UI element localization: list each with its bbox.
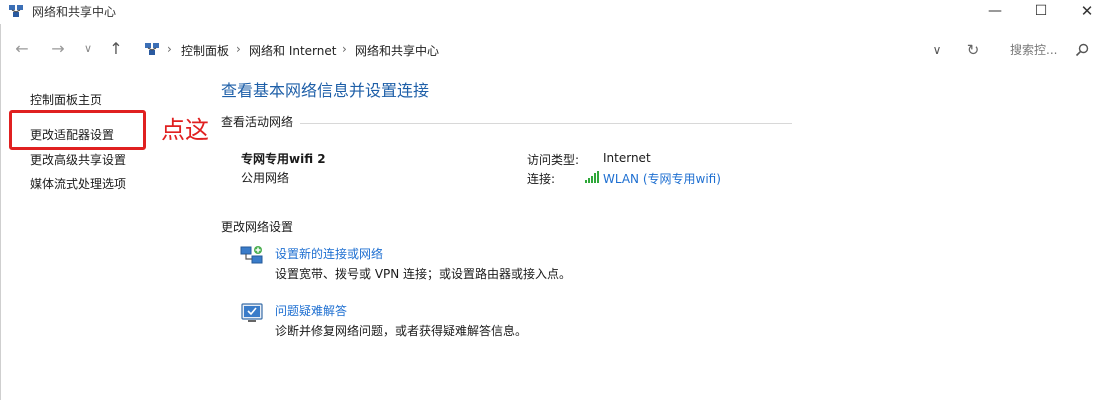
window-left-edge xyxy=(0,24,1,400)
up-arrow-icon[interactable]: ↑ xyxy=(104,38,128,60)
back-arrow-icon[interactable]: ← xyxy=(10,38,34,60)
navigation-bar: ← → ∨ ↑ › 控制面板 › 网络和 Internet › 网络和共享中心 … xyxy=(0,34,1110,64)
section-divider xyxy=(300,123,792,124)
troubleshoot-description: 诊断并修复网络问题，或者获得疑难解答信息。 xyxy=(275,324,528,338)
minimize-button[interactable]: — xyxy=(972,0,1018,24)
breadcrumb-control-panel[interactable]: 控制面板 xyxy=(181,42,229,59)
connections-label: 连接: xyxy=(527,172,556,186)
breadcrumb-network-internet[interactable]: 网络和 Internet xyxy=(249,42,336,59)
network-center-icon xyxy=(9,5,23,17)
setup-connection-description: 设置宽带、拨号或 VPN 连接；或设置路由器或接入点。 xyxy=(275,267,572,281)
network-sharing-center-window: 网络和共享中心 — ☐ ✕ ← → ∨ ↑ › 控制面板 › 网络和 Inter… xyxy=(0,0,1110,400)
forward-arrow-icon[interactable]: → xyxy=(46,38,70,60)
wifi-signal-icon[interactable] xyxy=(585,171,599,183)
page-title: 查看基本网络信息并设置连接 xyxy=(221,81,430,100)
maximize-button[interactable]: ☐ xyxy=(1018,0,1064,24)
active-networks-heading: 查看活动网络 xyxy=(221,115,294,129)
network-category: 公用网络 xyxy=(241,171,290,185)
change-network-settings-heading: 更改网络设置 xyxy=(221,220,294,234)
control-panel-network-icon xyxy=(145,43,159,55)
wlan-connection-link[interactable]: WLAN (专网专用wifi) xyxy=(603,170,721,187)
recent-locations-chevron-icon[interactable]: ∨ xyxy=(76,38,100,60)
sidebar-item-advanced-sharing-settings[interactable]: 更改高级共享设置 xyxy=(30,151,126,168)
troubleshoot-icon[interactable] xyxy=(240,301,264,325)
window-title: 网络和共享中心 xyxy=(32,5,117,19)
network-name: 专网专用wifi 2 xyxy=(241,152,326,166)
title-bar: 网络和共享中心 — ☐ ✕ xyxy=(0,0,1110,24)
breadcrumb-separator-icon: › xyxy=(342,42,347,56)
search-box[interactable] xyxy=(1000,39,1100,61)
sidebar-item-control-panel-home[interactable]: 控制面板主页 xyxy=(30,91,102,108)
address-dropdown-chevron-icon[interactable]: ∨ xyxy=(926,40,948,60)
refresh-icon[interactable]: ↻ xyxy=(962,39,984,61)
access-type-value: Internet xyxy=(603,151,651,165)
search-icon[interactable] xyxy=(1074,42,1090,58)
access-type-label: 访问类型: xyxy=(527,153,580,167)
setup-connection-link[interactable]: 设置新的连接或网络 xyxy=(275,245,383,262)
sidebar-item-media-streaming-options[interactable]: 媒体流式处理选项 xyxy=(30,175,126,192)
close-button[interactable]: ✕ xyxy=(1064,0,1110,24)
breadcrumb-separator-icon: › xyxy=(236,42,241,56)
network-setup-icon[interactable] xyxy=(240,244,264,268)
troubleshoot-link[interactable]: 问题疑难解答 xyxy=(275,302,347,319)
breadcrumb-separator-icon: › xyxy=(167,42,172,56)
breadcrumb-network-sharing-center[interactable]: 网络和共享中心 xyxy=(355,42,439,59)
search-input[interactable] xyxy=(1010,41,1070,59)
annotation-click-here: 点这 xyxy=(161,116,209,144)
annotation-highlight-box xyxy=(9,110,146,150)
